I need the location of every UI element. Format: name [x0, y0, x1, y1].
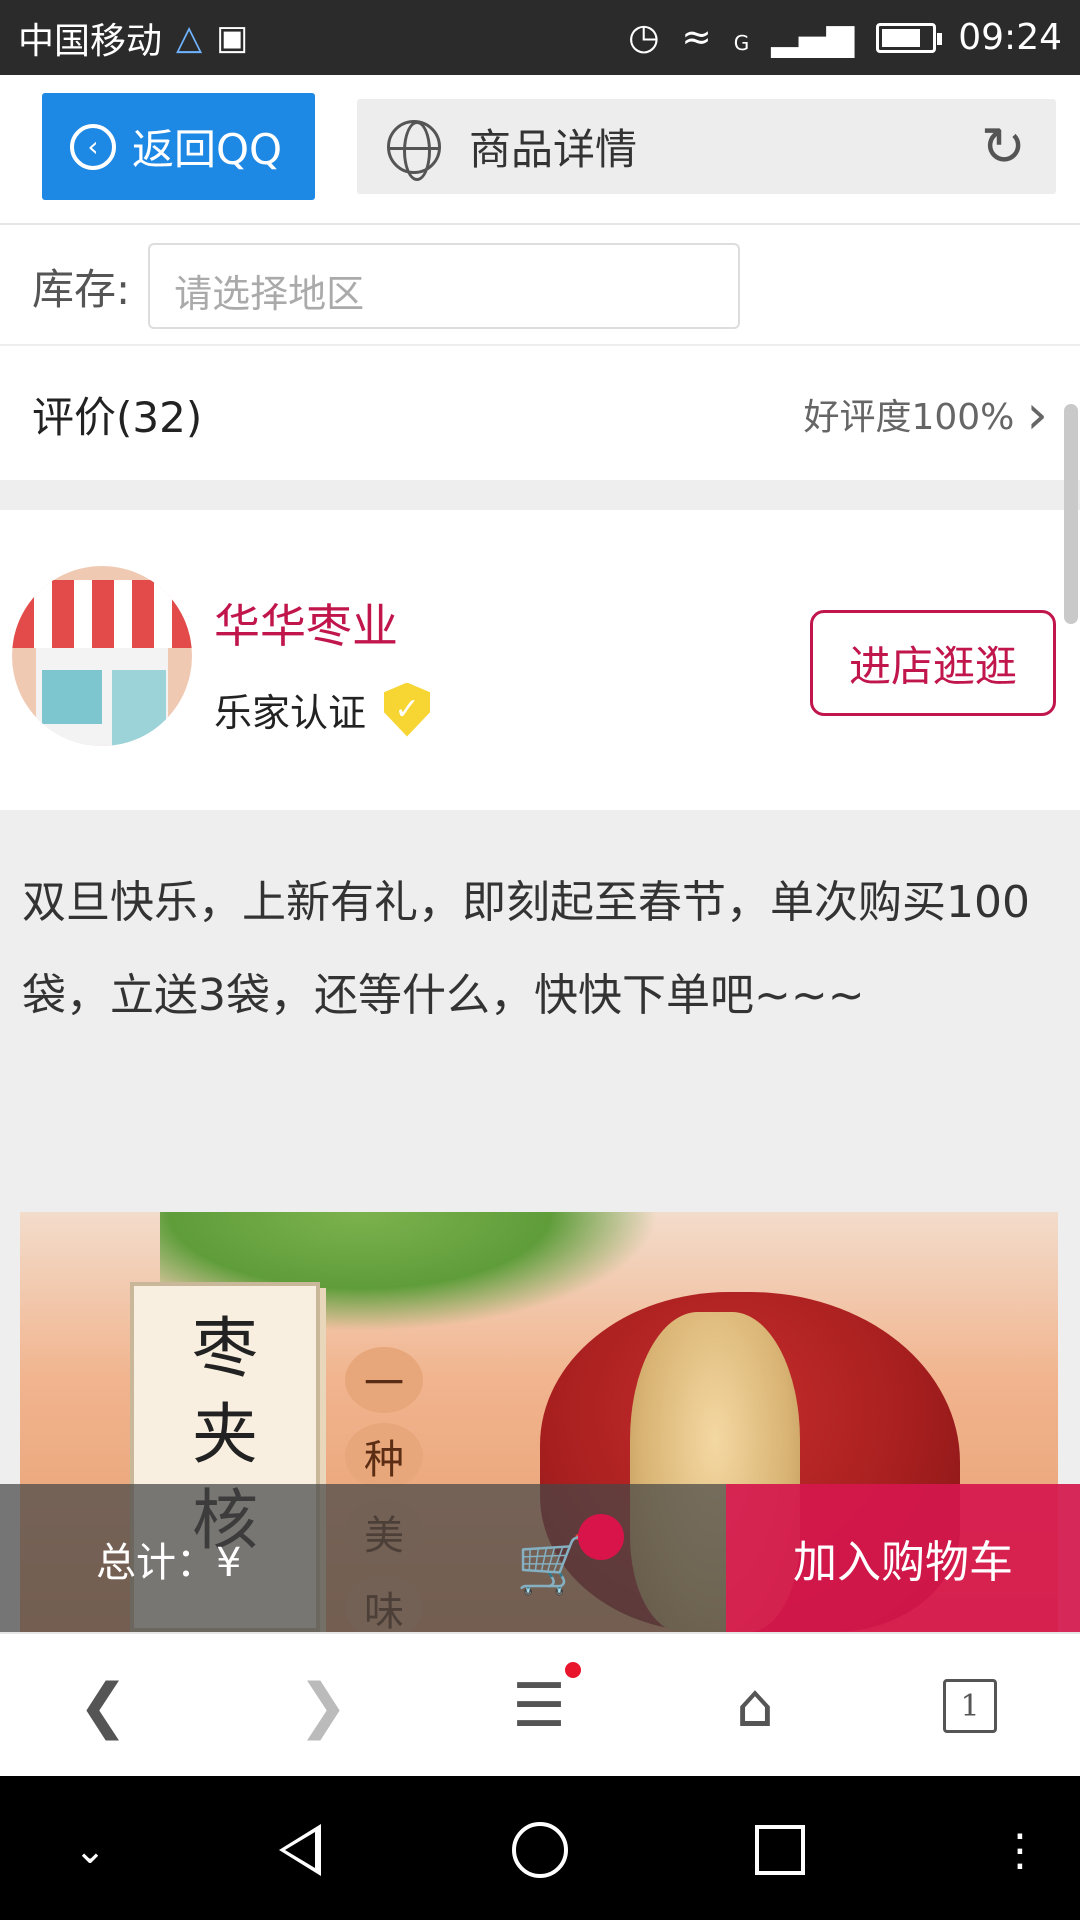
- shield-check-icon: ✓: [384, 682, 431, 737]
- battery-icon: [876, 22, 943, 53]
- card-char-1: 枣: [192, 1310, 258, 1387]
- add-to-cart-button[interactable]: 加入购物车: [726, 1484, 1080, 1632]
- signal-icon: ▂▄▆: [771, 17, 855, 58]
- clock: 09:24: [958, 17, 1062, 58]
- system-home-icon[interactable]: [510, 1820, 570, 1880]
- globe-icon: [387, 119, 441, 181]
- reviews-row[interactable]: 评价(32) 好评度100% ›: [0, 348, 1080, 480]
- system-nav-bar: ⌄ ⋮: [0, 1776, 1080, 1920]
- tab-count: 1: [943, 1679, 997, 1733]
- product-description: 双旦快乐，上新有礼，即刻起至春节，单次购买100袋，立送3袋，还等什么，快快下单…: [22, 877, 1030, 1021]
- wifi-icon: ≈: [681, 17, 712, 58]
- menu-icon[interactable]: ☰: [494, 1670, 584, 1742]
- shop-name[interactable]: 华华枣业: [214, 590, 398, 656]
- image-icon: ▣: [216, 17, 249, 58]
- menu-notification-dot: [565, 1662, 581, 1678]
- total-price: 总计：¥: [96, 1540, 242, 1586]
- cart-icon[interactable]: 🛒: [516, 1532, 586, 1598]
- shop-card: 华华枣业 乐家认证 ✓ 进店逛逛: [0, 510, 1080, 810]
- total-section: 总计：¥ 🛒: [0, 1484, 726, 1632]
- chevron-down-icon[interactable]: ⌄: [60, 1820, 120, 1880]
- forward-arrow-icon[interactable]: ❯: [278, 1670, 368, 1742]
- chevron-right-icon: ›: [1026, 382, 1048, 446]
- refresh-icon[interactable]: ↻: [981, 115, 1026, 178]
- home-icon[interactable]: ⌂: [710, 1670, 800, 1742]
- stock-row: 库存: 请选择地区: [0, 228, 1080, 346]
- back-to-qq-label: 返回QQ: [132, 125, 283, 174]
- system-back-icon[interactable]: [270, 1820, 330, 1880]
- carrier-name: 中国移动: [18, 20, 163, 62]
- more-options-icon[interactable]: ⋮: [990, 1820, 1050, 1880]
- browser-nav-bar: ❮ ❯ ☰ ⌂ 1: [0, 1632, 1080, 1776]
- chevron-left-icon: ‹: [70, 123, 116, 170]
- recent-apps-icon[interactable]: [750, 1820, 810, 1880]
- shop-avatar[interactable]: [12, 566, 192, 746]
- page-title: 商品详情: [469, 125, 638, 174]
- section-divider: [0, 480, 1080, 510]
- alarm-icon: ◷: [628, 17, 660, 58]
- seal-char-1: 一: [345, 1347, 423, 1413]
- back-arrow-icon[interactable]: ❮: [58, 1670, 148, 1742]
- certification-badge: 乐家认证 ✓: [214, 682, 431, 737]
- certification-label: 乐家认证: [214, 691, 367, 735]
- seal-char-2: 种: [345, 1423, 423, 1489]
- cart-badge: [578, 1514, 624, 1560]
- tabs-button[interactable]: 1: [925, 1670, 1015, 1742]
- back-to-qq-button[interactable]: ‹ 返回QQ: [42, 93, 315, 200]
- visit-shop-button[interactable]: 进店逛逛: [810, 610, 1056, 716]
- qq-notify-icon: △: [176, 17, 203, 58]
- purchase-bar: 总计：¥ 🛒 加入购物车: [0, 1484, 1080, 1632]
- positive-rating: 好评度100%: [803, 397, 1015, 438]
- region-select-field[interactable]: 请选择地区: [148, 243, 741, 329]
- card-char-2: 夹: [192, 1396, 258, 1473]
- address-bar[interactable]: 商品详情 ↻: [357, 99, 1056, 194]
- browser-top-bar: ‹ 返回QQ 商品详情 ↻: [0, 75, 1080, 225]
- stock-label: 库存:: [32, 264, 131, 314]
- scrollbar[interactable]: [1064, 404, 1078, 624]
- network-type: G: [733, 31, 750, 55]
- reviews-title: 评价(32): [32, 392, 203, 442]
- status-bar: 中国移动 △ ▣ ◷ ≈ G ▂▄▆ 09:24: [0, 0, 1080, 75]
